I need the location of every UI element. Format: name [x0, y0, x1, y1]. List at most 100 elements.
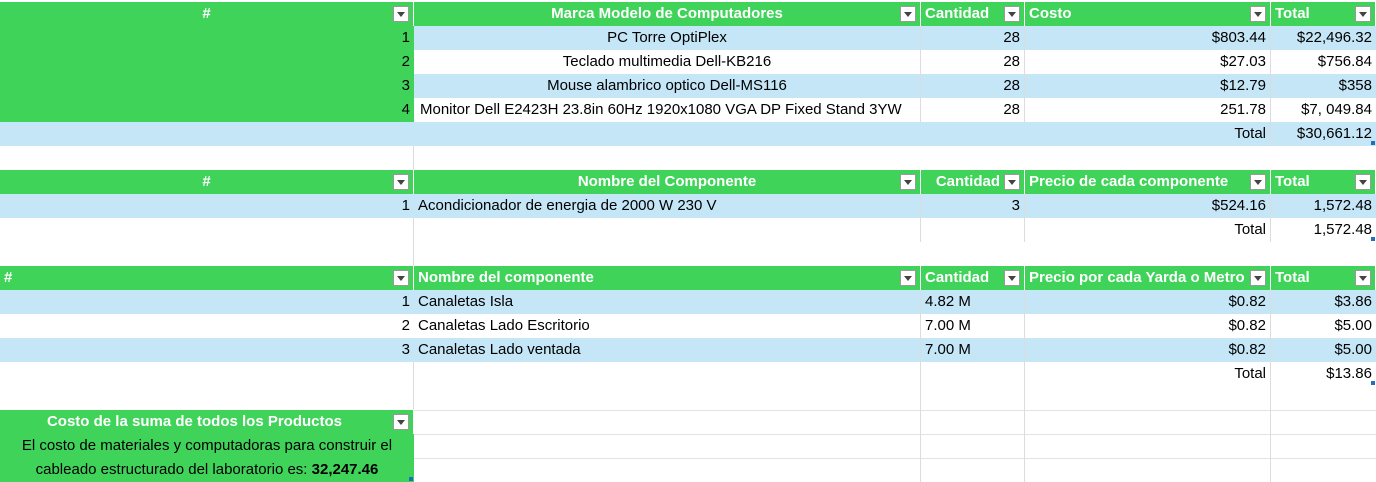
table3-row3-number[interactable]: 3 [0, 338, 414, 362]
table1-row1-total[interactable]: $22,496.32 [1271, 26, 1376, 50]
empty-cell[interactable] [0, 386, 414, 410]
table3-row2-qty[interactable]: 7.00 M [921, 314, 1025, 338]
table3-row2-total[interactable]: $5.00 [1271, 314, 1376, 338]
table3-header-qty[interactable]: Cantidad [921, 266, 1025, 290]
table1-row3-item[interactable]: Mouse alambrico optico Dell-MS116 [414, 74, 921, 98]
empty-cell[interactable] [921, 458, 1025, 482]
empty-cell[interactable] [921, 362, 1025, 386]
empty-cell[interactable] [921, 122, 1025, 146]
filter-dropdown-icon[interactable] [393, 174, 409, 190]
empty-cell[interactable] [414, 434, 921, 458]
filter-dropdown-icon[interactable] [1355, 174, 1371, 190]
table3-row1-item[interactable]: Canaletas Isla [414, 290, 921, 314]
empty-cell[interactable] [921, 410, 1025, 434]
table1-header-qty[interactable]: Cantidad [921, 2, 1025, 26]
table3-row3-qty[interactable]: 7.00 M [921, 338, 1025, 362]
table3-row2-number[interactable]: 2 [0, 314, 414, 338]
table2-row1-item[interactable]: Acondicionador de energia de 2000 W 230 … [414, 194, 921, 218]
table2-row1-cost[interactable]: $524.16 [1025, 194, 1271, 218]
table1-row4-qty[interactable]: 28 [921, 98, 1025, 122]
table1-row2-cost[interactable]: $27.03 [1025, 50, 1271, 74]
table2-row1-qty[interactable]: 3 [921, 194, 1025, 218]
filter-dropdown-icon[interactable] [900, 174, 916, 190]
empty-cell[interactable] [414, 362, 921, 386]
table-resize-handle[interactable] [1371, 141, 1375, 145]
filter-dropdown-icon[interactable] [1250, 174, 1266, 190]
filter-dropdown-icon[interactable] [900, 270, 916, 286]
table-resize-handle[interactable] [1371, 381, 1375, 385]
table1-row3-total[interactable]: $358 [1271, 74, 1376, 98]
table3-row2-item[interactable]: Canaletas Lado Escritorio [414, 314, 921, 338]
empty-cell[interactable] [1025, 434, 1271, 458]
table2-row1-number[interactable]: 1 [0, 194, 414, 218]
empty-cell[interactable] [0, 146, 414, 170]
table1-total-label[interactable]: Total [1025, 122, 1271, 146]
table1-row4-item[interactable]: Monitor Dell E2423H 23.8in 60Hz 1920x108… [414, 98, 921, 122]
empty-cell[interactable] [414, 218, 921, 242]
table3-header-cost[interactable]: Precio por cada Yarda o Metro [1025, 266, 1271, 290]
filter-dropdown-icon[interactable] [393, 414, 409, 430]
filter-dropdown-icon[interactable] [1004, 6, 1020, 22]
filter-dropdown-icon[interactable] [1004, 270, 1020, 286]
table3-row1-cost[interactable]: $0.82 [1025, 290, 1271, 314]
table3-total-label[interactable]: Total [1025, 362, 1271, 386]
table1-row1-qty[interactable]: 28 [921, 26, 1025, 50]
empty-cell[interactable] [1025, 386, 1271, 410]
empty-cell[interactable] [414, 458, 921, 482]
table3-header-number[interactable]: # [0, 266, 414, 290]
table1-row2-total[interactable]: $756.84 [1271, 50, 1376, 74]
filter-dropdown-icon[interactable] [1355, 6, 1371, 22]
table2-header-number[interactable]: # [0, 170, 414, 194]
table1-row2-number[interactable]: 2 [0, 50, 414, 74]
filter-dropdown-icon[interactable] [1355, 270, 1371, 286]
table1-header-item[interactable]: Marca Modelo de Computadores [414, 2, 921, 26]
table1-row2-item[interactable]: Teclado multimedia Dell-KB216 [414, 50, 921, 74]
filter-dropdown-icon[interactable] [1250, 6, 1266, 22]
table3-row3-total[interactable]: $5.00 [1271, 338, 1376, 362]
table1-total-value[interactable]: $30,661.12 [1271, 122, 1376, 146]
empty-cell[interactable] [0, 122, 414, 146]
table3-row1-total[interactable]: $3.86 [1271, 290, 1376, 314]
empty-cell[interactable] [1025, 458, 1271, 482]
summary-cell[interactable]: El costo de materiales y computadoras pa… [0, 434, 414, 482]
table2-header-cost[interactable]: Precio de cada componente [1025, 170, 1271, 194]
table1-header-number[interactable]: # [0, 2, 414, 26]
table2-total-label[interactable]: Total [1025, 218, 1271, 242]
table1-row1-item[interactable]: PC Torre OptiPlex [414, 26, 921, 50]
table3-header-item[interactable]: Nombre del componente [414, 266, 921, 290]
table1-row1-cost[interactable]: $803.44 [1025, 26, 1271, 50]
table3-row3-item[interactable]: Canaletas Lado ventada [414, 338, 921, 362]
table1-row4-total[interactable]: $7, 049.84 [1271, 98, 1376, 122]
empty-cell[interactable] [414, 386, 921, 410]
empty-cell[interactable] [414, 122, 921, 146]
filter-dropdown-icon[interactable] [900, 6, 916, 22]
empty-cell[interactable] [921, 218, 1025, 242]
table3-header-total[interactable]: Total [1271, 266, 1376, 290]
table1-row3-cost[interactable]: $12.79 [1025, 74, 1271, 98]
empty-cell[interactable] [921, 434, 1025, 458]
table2-header-item[interactable]: Nombre del Componente [414, 170, 921, 194]
filter-dropdown-icon[interactable] [393, 270, 409, 286]
table2-total-value[interactable]: 1,572.48 [1271, 218, 1376, 242]
table1-header-cost[interactable]: Costo [1025, 2, 1271, 26]
empty-cell[interactable] [414, 410, 921, 434]
filter-dropdown-icon[interactable] [1004, 174, 1020, 190]
table1-row3-number[interactable]: 3 [0, 74, 414, 98]
table1-row4-number[interactable]: 4 [0, 98, 414, 122]
table3-row3-cost[interactable]: $0.82 [1025, 338, 1271, 362]
empty-cell[interactable] [0, 242, 414, 266]
empty-cell[interactable] [0, 218, 414, 242]
table2-row1-total[interactable]: 1,572.48 [1271, 194, 1376, 218]
table1-row2-qty[interactable]: 28 [921, 50, 1025, 74]
filter-dropdown-icon[interactable] [393, 6, 409, 22]
empty-cell[interactable] [0, 362, 414, 386]
table3-row1-number[interactable]: 1 [0, 290, 414, 314]
filter-dropdown-icon[interactable] [1250, 270, 1266, 286]
table1-row1-number[interactable]: 1 [0, 26, 414, 50]
empty-cell[interactable] [921, 386, 1025, 410]
table1-header-total[interactable]: Total [1271, 2, 1376, 26]
table3-total-value[interactable]: $13.86 [1271, 362, 1376, 386]
table1-row3-qty[interactable]: 28 [921, 74, 1025, 98]
empty-cell[interactable] [1025, 410, 1271, 434]
table-resize-handle[interactable] [1371, 237, 1375, 241]
